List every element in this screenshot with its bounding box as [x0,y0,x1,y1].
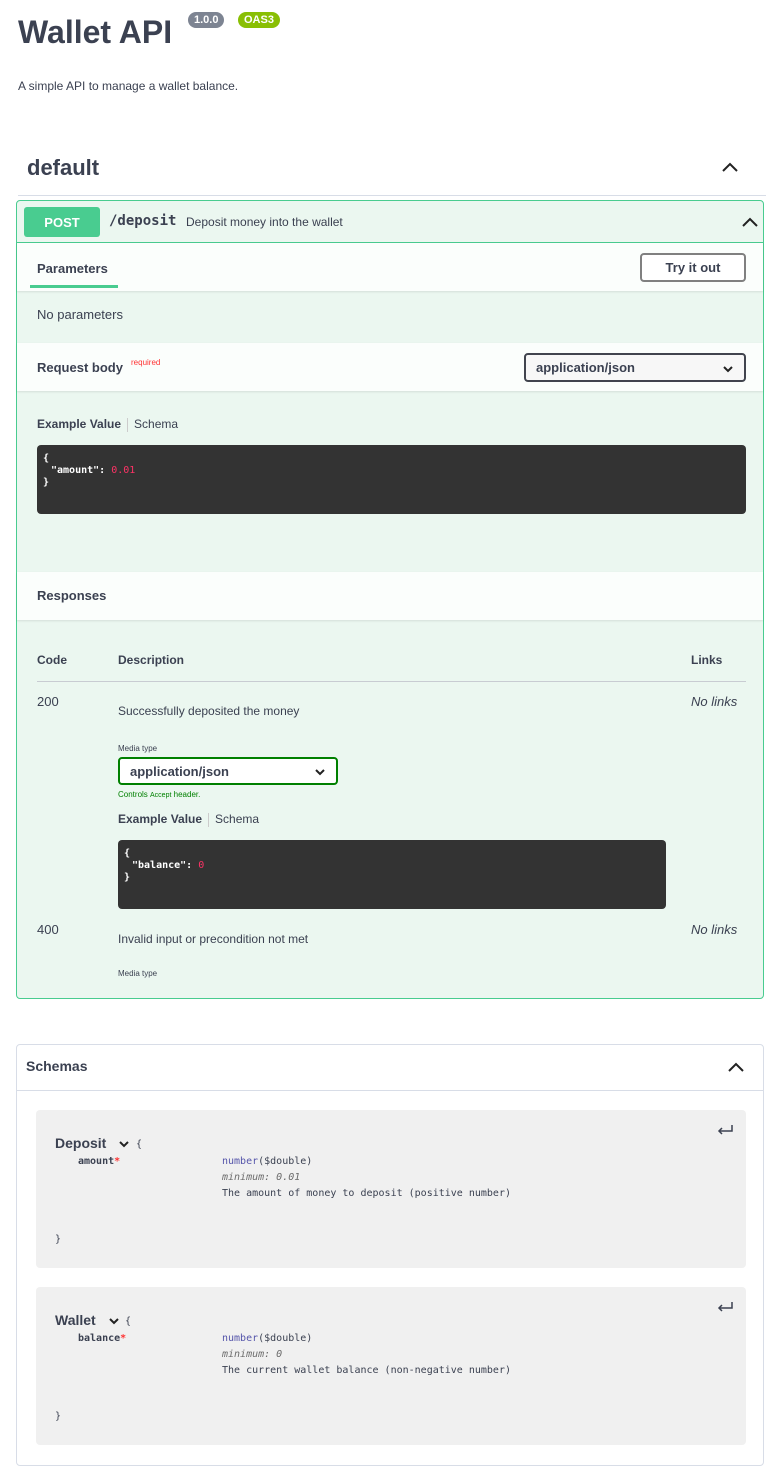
chevron-up-icon[interactable] [727,1061,745,1073]
request-example-code: { "amount": 0.01 } [37,445,746,514]
version-badge: 1.0.0 [188,12,225,28]
code-value: 0 [198,860,205,871]
operation-summary-bar[interactable]: POST /deposit Deposit money into the wal… [17,201,763,243]
type-name: number [222,1333,259,1344]
col-description-header: Description [118,653,185,667]
chevron-down-icon [315,769,325,776]
property-type: number($double) [222,1333,312,1344]
col-links-header: Links [691,653,723,667]
tab-separator [127,417,129,432]
media-type-label: Media type [118,744,158,753]
response-description: Successfully deposited the money [118,704,300,718]
tag-divider [18,195,766,196]
model-close-brace: } [55,1411,62,1422]
type-format: ($double) [258,1156,313,1167]
tab-separator [208,812,210,827]
parameters-header: Parameters Try it out [17,243,763,291]
api-title: Wallet API [18,14,173,50]
chevron-down-icon[interactable] [109,1318,119,1325]
response-code: 200 [37,694,59,709]
property-description: The amount of money to deposit (positive… [222,1188,511,1199]
operation-path: /deposit [109,213,177,229]
type-name: number [222,1156,259,1167]
responses-label: Responses [37,588,107,603]
code-key: "balance": [132,860,199,871]
response-links: No links [691,694,738,709]
property-minimum: minimum: 0 [222,1349,283,1360]
required-star: * [114,1156,121,1167]
schema-tab[interactable]: Schema [215,812,259,826]
media-type-label: Media type [118,969,158,978]
property-label: amount [78,1156,115,1167]
schemas-title: Schemas [26,1058,88,1074]
required-star: * [120,1333,127,1344]
parameters-tab[interactable]: Parameters [37,261,108,276]
method-badge: POST [24,207,100,237]
chevron-up-icon[interactable] [741,216,759,228]
example-value-tab[interactable]: Example Value [37,417,121,431]
response-example-code: { "balance": 0 } [118,840,666,909]
request-content-type-select[interactable]: application/json [524,353,746,382]
response-example-tabs: Example Value Schema [118,812,259,827]
property-name: amount* [78,1156,120,1167]
model-open-brace: { [125,1316,132,1327]
property-description: The current wallet balance (non-negative… [222,1365,511,1376]
response-description: Invalid input or precondition not met [118,932,309,946]
no-parameters-text: No parameters [37,307,123,322]
api-description: A simple API to manage a wallet balance. [18,79,239,93]
response-code: 400 [37,922,59,937]
property-name: balance* [78,1333,126,1344]
model-name[interactable]: Deposit [55,1135,106,1151]
request-example-tabs: Example Value Schema [37,417,178,432]
code-line: } [43,477,50,488]
request-body-header: Request body required application/json [17,343,763,391]
chevron-up-icon[interactable] [721,161,739,173]
code-line: "balance": 0 [124,860,660,872]
operation-post-deposit: POST /deposit Deposit money into the wal… [16,200,764,999]
code-line: } [124,872,131,883]
code-line: { [124,848,131,859]
code-key: "amount": [51,465,112,476]
type-format: ($double) [258,1333,313,1344]
return-arrow-icon[interactable] [716,1124,734,1136]
response-media-type-select[interactable]: application/json [118,757,338,785]
code-value: 0.01 [111,465,136,476]
try-it-out-button[interactable]: Try it out [640,253,746,282]
model-name[interactable]: Wallet [55,1312,96,1328]
controls-suffix: header. [171,790,201,799]
oas-badge: OAS3 [238,12,280,28]
controls-code: Accept [150,792,172,799]
tag-title[interactable]: default [27,155,99,181]
operation-summary: Deposit money into the wallet [186,215,343,229]
col-code-header: Code [37,653,67,667]
request-body-label: Request body [37,360,123,375]
controls-prefix: Controls [118,790,151,799]
model-open-brace: { [136,1139,143,1150]
return-arrow-icon[interactable] [716,1301,734,1313]
schemas-section: Schemas Deposit { amount* number($double… [16,1044,764,1466]
code-line: { [43,453,50,464]
chevron-down-icon[interactable] [119,1141,129,1148]
chevron-down-icon [723,366,733,373]
example-value-tab[interactable]: Example Value [118,812,202,826]
response-media-type-value: application/json [130,763,229,779]
schemas-header[interactable]: Schemas [17,1045,763,1091]
model-close-brace: } [55,1234,62,1245]
parameters-tab-underline [30,285,118,288]
table-divider [37,681,746,682]
property-minimum: minimum: 0.01 [222,1172,301,1183]
code-line: "amount": 0.01 [43,465,740,477]
response-links: No links [691,922,738,937]
required-marker: required [131,358,161,367]
request-content-type-value: application/json [536,360,635,375]
responses-header: Responses [17,572,763,620]
model-deposit: Deposit { amount* number($double) minimu… [36,1110,746,1268]
property-label: balance [78,1333,121,1344]
controls-accept-hint: Controls Accept header. [118,790,200,799]
model-wallet: Wallet { balance* number($double) minimu… [36,1287,746,1445]
property-type: number($double) [222,1156,312,1167]
schema-tab[interactable]: Schema [134,417,178,431]
